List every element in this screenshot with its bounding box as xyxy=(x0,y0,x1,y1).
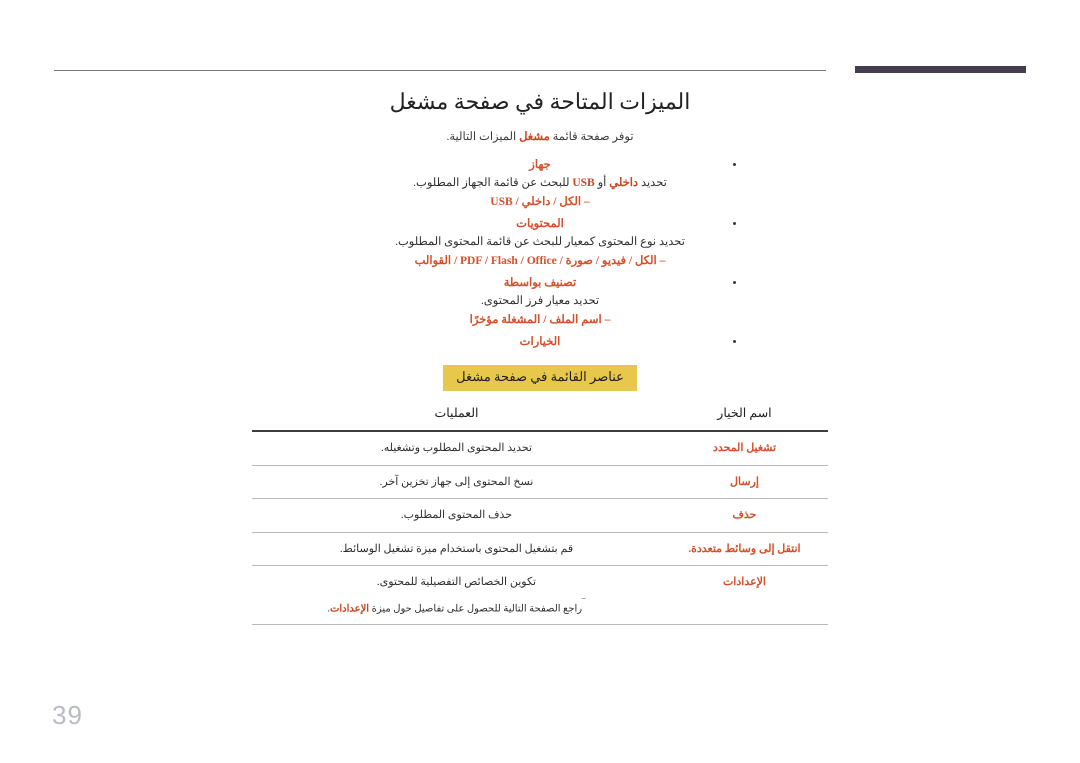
feature-description-part: داخلي xyxy=(609,177,639,190)
options-table: اسم الخيار العمليات تشغيل المحدد تحديد ال… xyxy=(252,405,828,625)
document-page: الميزات المتاحة في صفحة مشغل توفر صفحة ق… xyxy=(0,0,1080,763)
table-cell-operations: حذف المحتوى المطلوب. xyxy=(252,499,661,533)
table-cell-option-name: انتقل إلى وسائط متعددة. xyxy=(688,542,801,555)
feature-description-part: للبحث عن قائمة الجهاز المطلوب. xyxy=(413,177,573,190)
feature-bullet-options: – الكل / فيديو / صورة / PDF / Flash / Of… xyxy=(414,254,666,267)
table-cell-operations-text: نسخ المحتوى إلى جهاز تخزين آخر. xyxy=(379,475,534,488)
section-header-bar: عناصر القائمة في صفحة مشغل xyxy=(443,365,637,392)
table-cell-operations-text: تكوين الخصائص التفصيلية للمحتوى. xyxy=(376,576,537,589)
page-title: الميزات المتاحة في صفحة مشغل xyxy=(389,89,691,114)
bullet-dot-icon xyxy=(733,339,736,343)
table-row: إرسال نسخ المحتوى إلى جهاز تخزين آخر. xyxy=(252,465,828,499)
table-cell-operations: قم بتشغيل المحتوى باستخدام ميزة تشغيل ال… xyxy=(252,532,661,566)
table-cell-option-name: الإعدادات xyxy=(722,576,766,589)
feature-bullet-heading-label: جهاز xyxy=(529,158,551,171)
feature-bullet-options: – اسم الملف / المشغلة مؤخرًا xyxy=(469,313,611,326)
feature-bullet-heading: تصنيف بواسطة xyxy=(252,274,828,293)
options-table-body: تشغيل المحدد تحديد المحتوى المطلوب وتشغيل… xyxy=(252,431,828,625)
table-cell-operations: تحديد المحتوى المطلوب وتشغيله. xyxy=(252,431,661,465)
footnote-marker: ‾ xyxy=(582,598,586,610)
table-cell-operations-text: تحديد المحتوى المطلوب وتشغيله. xyxy=(380,442,533,455)
feature-bullet-heading: جهاز xyxy=(252,156,828,175)
footnote-keyword: الإعدادات xyxy=(329,603,370,615)
header-rule xyxy=(54,70,826,71)
table-cell-option-name: إرسال xyxy=(730,475,759,488)
table-cell-option-name: تشغيل المحدد xyxy=(712,442,777,455)
feature-bullet-heading-label: المحتويات xyxy=(516,217,564,230)
table-cell-operations-text: قم بتشغيل المحتوى باستخدام ميزة تشغيل ال… xyxy=(339,542,574,555)
feature-bullet-group: المحتويات تحديد نوع المحتوى كمعيار للبحث … xyxy=(252,215,828,273)
feature-description-part: تحديد نوع المحتوى كمعيار للبحث عن قائمة … xyxy=(395,236,685,249)
table-cell-operations: تكوين الخصائص التفصيلية للمحتوى. ‾راجع ال… xyxy=(252,566,661,625)
table-cell-option-name: حذف xyxy=(732,509,757,522)
page-content: الميزات المتاحة في صفحة مشغل توفر صفحة ق… xyxy=(252,88,828,625)
feature-description-part: أو xyxy=(594,177,610,190)
feature-bullet-heading: المحتويات xyxy=(252,215,828,234)
feature-bullet-description: تحديد معيار فرز المحتوى. xyxy=(252,292,828,311)
feature-bullet-heading-label: الخيارات xyxy=(519,335,561,348)
page-subtitle: توفر صفحة قائمة مشغل الميزات التالية. xyxy=(252,129,828,145)
table-cell-operations: نسخ المحتوى إلى جهاز تخزين آخر. xyxy=(252,465,661,499)
feature-bullet-heading: الخيارات xyxy=(252,333,828,352)
table-footnote: ‾راجع الصفحة التالية للحصول على تفاصيل ح… xyxy=(252,597,661,616)
table-row: تشغيل المحدد تحديد المحتوى المطلوب وتشغيل… xyxy=(252,431,828,466)
feature-bullet-heading-label: تصنيف بواسطة xyxy=(503,276,577,289)
feature-bullet-group: تصنيف بواسطة تحديد معيار فرز المحتوى. – اس… xyxy=(252,274,828,332)
table-row: حذف حذف المحتوى المطلوب. xyxy=(252,499,828,533)
feature-bullet-description: تحديد نوع المحتوى كمعيار للبحث عن قائمة … xyxy=(252,233,828,252)
page-number: 39 xyxy=(52,700,83,730)
footnote-text-before: راجع الصفحة التالية للحصول على تفاصيل حو… xyxy=(369,603,583,615)
header-accent-bar xyxy=(855,66,1026,73)
options-table-head: اسم الخيار العمليات xyxy=(252,405,828,432)
feature-description-part: USB xyxy=(572,177,595,190)
subtitle-text-before: توفر صفحة قائمة xyxy=(549,130,634,143)
subtitle-keyword: مشغل xyxy=(519,130,550,143)
table-row: الإعدادات تكوين الخصائص التفصيلية للمحتوى… xyxy=(252,566,828,625)
column-header-operations: العمليات xyxy=(434,406,479,421)
bullet-dot-icon xyxy=(733,280,736,284)
feature-bullet-group: جهاز تحديد داخلي أو USB للبحث عن قائمة ال… xyxy=(252,156,828,214)
feature-bullet-options: – الكل / داخلي / USB xyxy=(490,195,590,208)
column-header-option-name: اسم الخيار xyxy=(717,406,772,421)
feature-bullet-description: تحديد داخلي أو USB للبحث عن قائمة الجهاز… xyxy=(252,174,828,193)
table-header-row: اسم الخيار العمليات xyxy=(252,405,828,432)
bullet-dot-icon xyxy=(733,221,736,225)
subtitle-text-after: الميزات التالية. xyxy=(446,130,520,143)
feature-description-part: تحديد معيار فرز المحتوى. xyxy=(480,295,600,308)
table-cell-operations-text: حذف المحتوى المطلوب. xyxy=(400,509,513,522)
feature-description-part: تحديد xyxy=(638,177,667,190)
section-bar-wrapper: عناصر القائمة في صفحة مشغل xyxy=(252,365,828,392)
table-row: انتقل إلى وسائط متعددة. قم بتشغيل المحتوى… xyxy=(252,532,828,566)
feature-bullet-list: جهاز تحديد داخلي أو USB للبحث عن قائمة ال… xyxy=(252,156,828,352)
bullet-dot-icon xyxy=(733,162,736,166)
feature-bullet-group: الخيارات xyxy=(252,333,828,352)
